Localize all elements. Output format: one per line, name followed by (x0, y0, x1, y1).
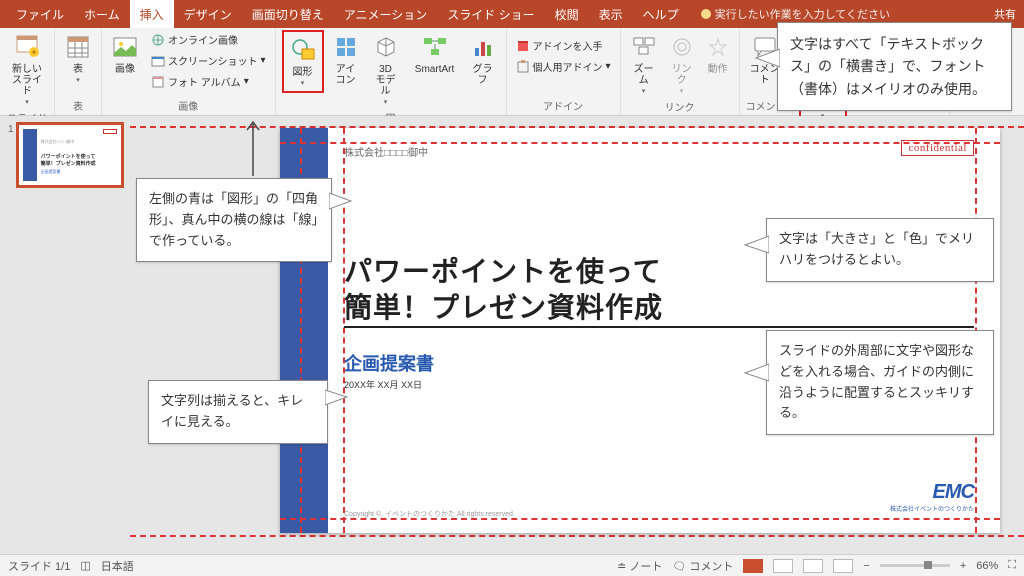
tab-review[interactable]: 校閲 (545, 0, 589, 28)
grp-addin-label: アドイン (513, 97, 614, 115)
date-text[interactable]: 20XX年 XX月 XX日 (344, 378, 422, 391)
action-button[interactable]: 動作 (703, 30, 733, 77)
sorter-view-button[interactable] (773, 559, 793, 573)
language-indicator[interactable]: 日本語 (101, 558, 134, 574)
slideshow-view-button[interactable] (833, 559, 853, 573)
logo-text: EMC (890, 481, 974, 504)
guide-h-outer-bottom (130, 535, 1024, 537)
company-text[interactable]: 株式会社□□□□御中 (344, 144, 428, 159)
normal-view-button[interactable] (743, 559, 763, 573)
logo-subtext: 株式会社イベントのつくりかた (890, 504, 974, 513)
status-bar: スライド 1/1 ◫ 日本語 ≐ ノート 🗨 コメント − + 66% ⛶ (0, 554, 1024, 576)
bulb-icon (701, 9, 711, 19)
3dmodel-label: 3D モデル (372, 64, 400, 97)
reading-view-button[interactable] (803, 559, 823, 573)
photo-album-button[interactable]: フォト アルバム ▾ (148, 72, 269, 91)
smartart-icon (420, 32, 450, 62)
tab-animations[interactable]: アニメーション (334, 0, 438, 28)
slide-thumbnail[interactable]: 株式会社□□□□御中 パワーポイントを使って 簡単！プレゼン資料作成 企画提案書 (18, 124, 122, 186)
notes-button[interactable]: ≐ ノート (617, 558, 662, 574)
zoom-slider[interactable] (880, 564, 950, 567)
chart-icon (468, 32, 498, 62)
tab-transitions[interactable]: 画面切り替え (242, 0, 334, 28)
new-slide-button[interactable]: ✦ 新しい スライド▾ (6, 30, 48, 109)
grp-table-label: 表 (61, 97, 95, 115)
confidential-stamp[interactable]: confidential (901, 140, 974, 156)
action-icon (703, 32, 733, 62)
online-pictures-button[interactable]: オンライン画像 (148, 30, 269, 49)
shapes-label: 図形 (293, 67, 313, 78)
zoom-summary-icon (629, 32, 659, 62)
tab-insert[interactable]: 挿入 (130, 0, 174, 28)
new-slide-label: 新しい スライド (10, 64, 44, 97)
callout-align: 文字列は揃えると、キレイに見える。 (148, 380, 328, 444)
callout-shape-explain: 左側の青は「図形」の「四角形」、真ん中の横の線は「線」で作っている。 (136, 178, 332, 262)
zoom-out-button[interactable]: − (863, 560, 869, 572)
grp-image-label: 画像 (108, 97, 269, 115)
tab-view[interactable]: 表示 (589, 0, 633, 28)
online-pictures-icon (151, 33, 165, 47)
cube-icon (371, 32, 401, 62)
smartart-label: SmartArt (415, 64, 454, 75)
zoom-level[interactable]: 66% (976, 560, 998, 572)
shapes-icon (288, 35, 318, 65)
tab-file[interactable]: ファイル (6, 0, 74, 28)
tab-help[interactable]: ヘルプ (633, 0, 689, 28)
get-addins-button[interactable]: アドインを入手 (513, 36, 614, 55)
zoom-label: ズーム (631, 64, 657, 86)
table-icon (63, 32, 93, 62)
shapes-button[interactable]: 図形▾ (285, 33, 321, 90)
icons-label: アイコン (334, 64, 358, 86)
accessibility-icon[interactable]: ◫ (80, 559, 90, 572)
link-icon (667, 32, 697, 62)
smartart-button[interactable]: SmartArt (410, 30, 460, 77)
icons-icon (331, 32, 361, 62)
screenshot-button[interactable]: スクリーンショット ▾ (148, 51, 269, 70)
tab-slideshow[interactable]: スライド ショー (437, 0, 544, 28)
tell-me-label: 実行したい作業を入力してください (715, 6, 890, 22)
addin-icon (516, 60, 530, 74)
callout-textbox-font: 文字はすべて「テキストボックス」の「横書き」で、フォント（書体）はメイリオのみ使… (777, 22, 1012, 111)
store-icon (516, 39, 530, 53)
svg-text:✦: ✦ (31, 48, 38, 57)
thumbnail-pane[interactable]: 1 株式会社□□□□御中 パワーポイントを使って 簡単！プレゼン資料作成 企画提… (0, 116, 130, 554)
zoom-button[interactable]: ズーム▾ (627, 30, 661, 98)
action-label: 動作 (708, 64, 728, 75)
chart-label: グラフ (470, 64, 496, 86)
picture-button[interactable]: 画像 (108, 30, 142, 77)
callout-guide-margin: スライドの外周部に文字や図形などを入れる場合、ガイドの内側に沿うように配置すると… (766, 330, 994, 435)
link-label: リンク (671, 64, 693, 86)
fit-window-button[interactable]: ⛶ (1008, 559, 1016, 572)
slide-counter[interactable]: スライド 1/1 (8, 558, 70, 574)
table-button[interactable]: 表▾ (61, 30, 95, 87)
link-button[interactable]: リンク▾ (667, 30, 697, 98)
tab-design[interactable]: デザイン (174, 0, 242, 28)
new-slide-icon: ✦ (12, 32, 42, 62)
icons-button[interactable]: アイコン (330, 30, 362, 88)
subtitle-text[interactable]: 企画提案書 (344, 350, 434, 376)
tell-me[interactable]: 実行したい作業を入力してください (701, 6, 890, 22)
zoom-in-button[interactable]: + (960, 560, 966, 572)
callout-arrow-to-shapes (243, 118, 263, 178)
grp-link-label: リンク (627, 98, 733, 116)
picture-label: 画像 (115, 64, 135, 75)
logo-block[interactable]: EMC 株式会社イベントのつくりかた (890, 481, 974, 513)
3dmodel-button[interactable]: 3D モデル▾ (368, 30, 404, 109)
shapes-highlight: 図形▾ (282, 30, 324, 93)
copyright-text[interactable]: Copyright ©, イベントのつくりかた All rights reser… (344, 509, 515, 519)
my-addins-button[interactable]: 個人用アドイン ▾ (513, 57, 614, 76)
tab-home[interactable]: ホーム (74, 0, 130, 28)
picture-icon (110, 32, 140, 62)
title-underline[interactable] (344, 326, 974, 328)
title-line2[interactable]: 簡単！プレゼン資料作成 (344, 286, 663, 326)
screenshot-icon (151, 54, 165, 68)
table-label: 表 (73, 64, 83, 75)
thumb-number: 1 (8, 124, 14, 186)
callout-size-color: 文字は「大きさ」と「色」でメリハリをつけるとよい。 (766, 218, 994, 282)
comments-button[interactable]: 🗨 コメント (672, 558, 733, 574)
title-line1[interactable]: パワーポイントを使って (344, 250, 662, 290)
chart-button[interactable]: グラフ (466, 30, 500, 88)
photo-album-icon (151, 75, 165, 89)
